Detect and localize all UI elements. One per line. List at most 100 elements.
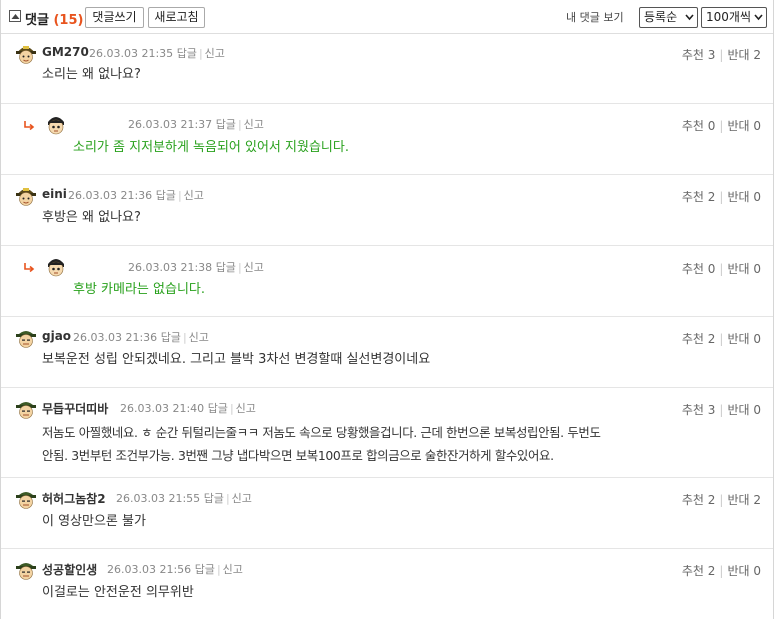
avatar-icon[interactable] [45,113,67,135]
comment-time: 26.03.03 21:36 [68,189,153,202]
downvote-button[interactable]: 반대 0 [727,119,761,133]
report-link[interactable]: 신고 [223,563,243,576]
avatar-icon[interactable] [15,326,37,348]
downvote-count: 0 [753,403,761,417]
comment-meta: 26.03.03 21:38 답글 | 신고 [128,261,264,274]
comment-toolbar: 댓글 (15) 댓글쓰기 새로고침 내 댓글 보기 등록순 100개씩 [1,0,773,34]
report-link[interactable]: 신고 [232,492,252,505]
comment-author[interactable]: gjao [42,329,71,343]
sort-select-value: 등록순 [644,10,678,24]
upvote-button[interactable]: 추천 0 [682,119,716,133]
reply-link[interactable]: 답글 [216,118,236,131]
upvote-count: 2 [707,564,716,578]
comment-title-label: 댓글 [25,13,49,28]
reply-link[interactable]: 답글 [161,331,181,344]
upvote-count: 0 [707,262,716,276]
comment-time: 26.03.03 21:37 [128,118,213,131]
report-link[interactable]: 신고 [205,47,225,60]
upvote-label: 추천 [681,493,704,507]
avatar-icon[interactable] [15,558,37,580]
reply-link[interactable]: 답글 [156,189,176,202]
downvote-button[interactable]: 반대 0 [727,190,761,204]
my-comments-link[interactable]: 내 댓글 보기 [566,9,624,25]
comment-author[interactable]: 허허그놈참2 [42,490,106,507]
reply-link[interactable]: 답글 [216,261,236,274]
upvote-label: 추천 [681,48,704,62]
downvote-count: 2 [753,48,761,62]
report-link[interactable]: 신고 [189,331,209,344]
reply-link[interactable]: 답글 [177,47,197,60]
downvote-button[interactable]: 반대 0 [727,564,761,578]
refresh-button[interactable]: 새로고침 [148,7,205,28]
comment-text: 이 영상만으론 불가 [42,514,146,529]
upvote-label: 추천 [681,262,704,276]
comment-author[interactable]: 성공할인생 [42,561,97,578]
comment-item: eini 26.03.03 21:36 답글 | 신고 추천 2 | 반대 0 후방은 … [1,176,773,246]
downvote-label: 반대 [727,48,750,62]
avatar-icon[interactable] [15,487,37,509]
comment-votes: 추천 0 | 반대 0 [681,262,761,276]
reply-item: 26.03.03 21:38 답글 | 신고 추천 0 | 반대 0 후방 카메라는 없… [1,247,773,317]
comment-time: 26.03.03 21:36 [73,331,158,344]
comment-author[interactable]: eini [42,187,67,201]
reply-link[interactable]: 답글 [208,402,228,415]
write-comment-button[interactable]: 댓글쓰기 [85,7,144,28]
comment-meta: 26.03.03 21:37 답글 | 신고 [128,118,264,131]
upvote-button[interactable]: 추천 0 [682,262,716,276]
avatar-icon[interactable] [15,397,37,419]
downvote-count: 0 [753,119,761,133]
downvote-label: 반대 [727,332,750,346]
reply-text: 후방 카메라는 없습니다. [73,282,205,297]
downvote-count: 0 [753,262,761,276]
upvote-button[interactable]: 추천 2 [682,493,716,507]
comment-count: (15) [53,13,84,28]
downvote-button[interactable]: 반대 0 [727,332,761,346]
reply-link[interactable]: 답글 [204,492,224,505]
comment-time: 26.03.03 21:38 [128,261,213,274]
comment-meta: 26.03.03 21:36 답글 | 신고 [73,331,209,344]
comment-author[interactable]: GM270 [42,45,89,59]
upvote-count: 3 [707,403,716,417]
downvote-button[interactable]: 반대 2 [727,493,761,507]
reply-link[interactable]: 답글 [195,563,215,576]
downvote-label: 반대 [727,403,750,417]
upvote-label: 추천 [681,332,704,346]
comment-meta: 26.03.03 21:55 답글 | 신고 [116,492,252,505]
comment-text-line: 저놈도 아찔했네요. ㅎ 순간 뒤털리는줄ㅋㅋ 저놈도 속으로 당황했을겁니다.… [42,425,601,440]
comment-text: 보복운전 성립 안되겠네요. 그리고 블박 3차선 변경할때 실선변경이네요 [42,352,431,367]
report-link[interactable]: 신고 [244,118,264,131]
avatar-icon[interactable] [15,42,37,64]
report-link[interactable]: 신고 [244,261,264,274]
upvote-button[interactable]: 추천 2 [682,190,716,204]
report-link[interactable]: 신고 [184,189,204,202]
comment-text: 이걸로는 안전운전 의무위반 [42,585,194,600]
comment-votes: 추천 0 | 반대 0 [681,119,761,133]
sort-select[interactable]: 등록순 [639,7,698,28]
comment-votes: 추천 3 | 반대 2 [681,48,761,62]
upvote-count: 0 [707,119,716,133]
upvote-count: 2 [707,190,716,204]
page-size-select[interactable]: 100개씩 [701,7,767,28]
upvote-button[interactable]: 추천 3 [682,48,716,62]
comment-votes: 추천 2 | 반대 0 [681,332,761,346]
comment-author[interactable]: 무듭꾸더띠바 [42,400,108,417]
report-link[interactable]: 신고 [236,402,256,415]
upvote-count: 2 [707,332,716,346]
avatar-icon[interactable] [45,255,67,277]
reply-item: 26.03.03 21:37 답글 | 신고 추천 0 | 반대 0 소리가 좀 지저분… [1,105,773,175]
upvote-button[interactable]: 추천 2 [682,332,716,346]
chevron-down-icon [685,14,694,21]
comment-title: 댓글 (15) [25,9,83,28]
downvote-button[interactable]: 반대 2 [727,48,761,62]
upvote-button[interactable]: 추천 3 [682,403,716,417]
avatar-icon[interactable] [15,184,37,206]
downvote-button[interactable]: 반대 0 [727,262,761,276]
comment-time: 26.03.03 21:40 [120,402,205,415]
comment-item: GM270 26.03.03 21:35 답글 | 신고 추천 3 | 반대 2 소리는… [1,34,773,104]
comment-text: 소리는 왜 없나요? [42,67,141,82]
comment-votes: 추천 2 | 반대 0 [681,564,761,578]
upvote-button[interactable]: 추천 2 [682,564,716,578]
collapse-minus-icon[interactable] [9,10,21,22]
reply-arrow-icon [24,121,35,131]
downvote-button[interactable]: 반대 0 [727,403,761,417]
